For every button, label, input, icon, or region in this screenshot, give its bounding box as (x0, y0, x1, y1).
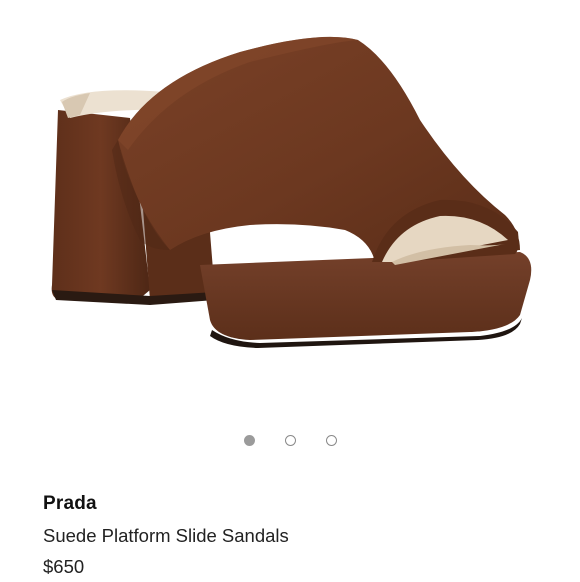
carousel-dot-3[interactable] (325, 434, 337, 446)
carousel-dot-1[interactable] (243, 434, 255, 446)
product-image-carousel[interactable] (0, 0, 580, 420)
carousel-dot-2[interactable] (284, 434, 296, 446)
product-info: Prada Suede Platform Slide Sandals $650 (43, 490, 563, 582)
product-price: $650 (43, 556, 85, 577)
brand-name[interactable]: Prada (43, 490, 563, 518)
product-title: Suede Platform Slide Sandals (43, 525, 289, 546)
product-image (51, 36, 532, 348)
carousel-pagination (0, 432, 580, 448)
